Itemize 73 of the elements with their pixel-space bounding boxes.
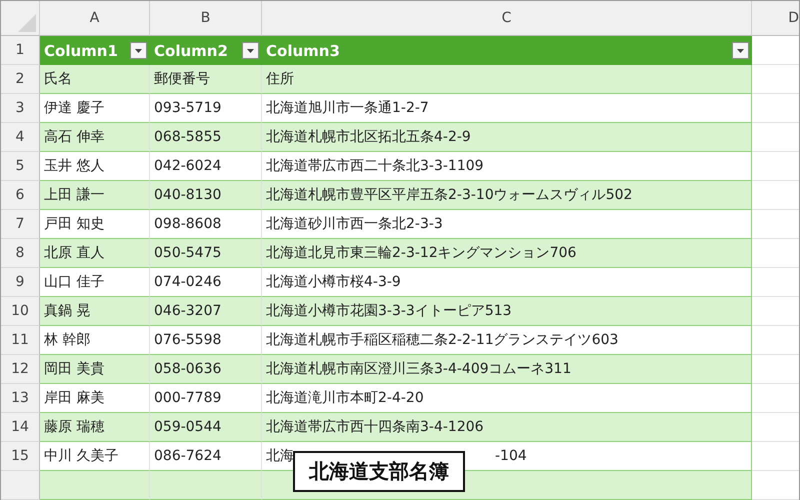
table-cell: 北海道帯広市西二十条北3-3-1109: [262, 152, 752, 181]
row-number[interactable]: 8: [1, 239, 40, 268]
table-cell: 北海道小樽市桜4-3-9: [262, 268, 752, 297]
row-number[interactable]: 12: [1, 355, 40, 384]
header-label: Column2: [154, 42, 228, 60]
filter-button[interactable]: [130, 42, 147, 59]
row-number[interactable]: 9: [1, 268, 40, 297]
table-cell: 住所: [262, 65, 752, 94]
table-cell: 086-7624: [150, 442, 262, 471]
table-cell: 岡田 美貴: [40, 355, 150, 384]
table-cell: 068-5855: [150, 123, 262, 152]
table-cell: 中川 久美子: [40, 442, 150, 471]
filter-button[interactable]: [242, 42, 259, 59]
row-number[interactable]: 10: [1, 297, 40, 326]
table-cell: 林 幹郎: [40, 326, 150, 355]
table-cell: 上田 謙一: [40, 181, 150, 210]
table-cell: 076-5598: [150, 326, 262, 355]
cell-text: 北海: [266, 447, 294, 465]
row-number[interactable]: 4: [1, 123, 40, 152]
table-cell: 高石 伸幸: [40, 123, 150, 152]
row-number[interactable]: 2: [1, 65, 40, 94]
row-number[interactable]: 15: [1, 442, 40, 471]
table-cell: 北海道札幌市南区澄川三条3-4-409コムーネ311: [262, 355, 752, 384]
table-cell: 真鍋 晃: [40, 297, 150, 326]
row-number[interactable]: 11: [1, 326, 40, 355]
table-cell: 郵便番号: [150, 65, 262, 94]
table-cell: 伊達 慶子: [40, 94, 150, 123]
row-number[interactable]: 5: [1, 152, 40, 181]
caret-icon: [135, 48, 142, 52]
filter-button[interactable]: [732, 42, 749, 59]
table-cell: 戸田 知史: [40, 210, 150, 239]
column-header[interactable]: C: [262, 1, 752, 36]
table-cell: 岸田 麻美: [40, 384, 150, 413]
table-cell: 046-3207: [150, 297, 262, 326]
table-cell: 北海道札幌市手稲区稲穂二条2-2-11グランステイツ603: [262, 326, 752, 355]
table-cell: 098-8608: [150, 210, 262, 239]
row-number[interactable]: 14: [1, 413, 40, 442]
table-cell: 北海道北見市東三輪2-3-12キングマンション706: [262, 239, 752, 268]
table-cell: 北海道札幌市豊平区平岸五条2-3-10ウォームスヴィル502: [262, 181, 752, 210]
column-header[interactable]: D: [752, 1, 799, 36]
header-label: Column1: [44, 42, 118, 60]
table-cell: 北海道札幌市北区拓北五条4-2-9: [262, 123, 752, 152]
row-number[interactable]: 1: [1, 36, 40, 65]
table-cell: 050-5475: [150, 239, 262, 268]
table-cell: 042-6024: [150, 152, 262, 181]
table-cell: 059-0544: [150, 413, 262, 442]
row-number[interactable]: 6: [1, 181, 40, 210]
row-number[interactable]: 3: [1, 94, 40, 123]
table-cell: 058-0636: [150, 355, 262, 384]
column-header[interactable]: A: [40, 1, 150, 36]
column-header[interactable]: B: [150, 1, 262, 36]
row-number[interactable]: 13: [1, 384, 40, 413]
table-cell: 北海道帯広市西十四条南3-4-1206: [262, 413, 752, 442]
table-cell: 北原 直人: [40, 239, 150, 268]
table-cell: 藤原 瑞穂: [40, 413, 150, 442]
row-number[interactable]: 7: [1, 210, 40, 239]
table-cell: 000-7789: [150, 384, 262, 413]
table-cell: 北海道旭川市一条通1-2-7: [262, 94, 752, 123]
caption-label: 北海道支部名簿: [293, 451, 465, 492]
caret-icon: [247, 48, 254, 52]
table-cell: 玉井 悠人: [40, 152, 150, 181]
table-cell: 北海道小樽市花園3-3-3イトーピア513: [262, 297, 752, 326]
table-cell: 山口 佳子: [40, 268, 150, 297]
table-cell: 氏名: [40, 65, 150, 94]
table-cell: 北海道砂川市西一条北2-3-3: [262, 210, 752, 239]
header-label: Column3: [266, 42, 340, 60]
triangle-icon: [18, 14, 36, 32]
table-cell: 北海道滝川市本町2-4-20: [262, 384, 752, 413]
table-cell: 040-8130: [150, 181, 262, 210]
table-cell: 093-5719: [150, 94, 262, 123]
caret-icon: [737, 48, 744, 52]
cell-text: -104: [495, 448, 527, 464]
table-cell: 074-0246: [150, 268, 262, 297]
